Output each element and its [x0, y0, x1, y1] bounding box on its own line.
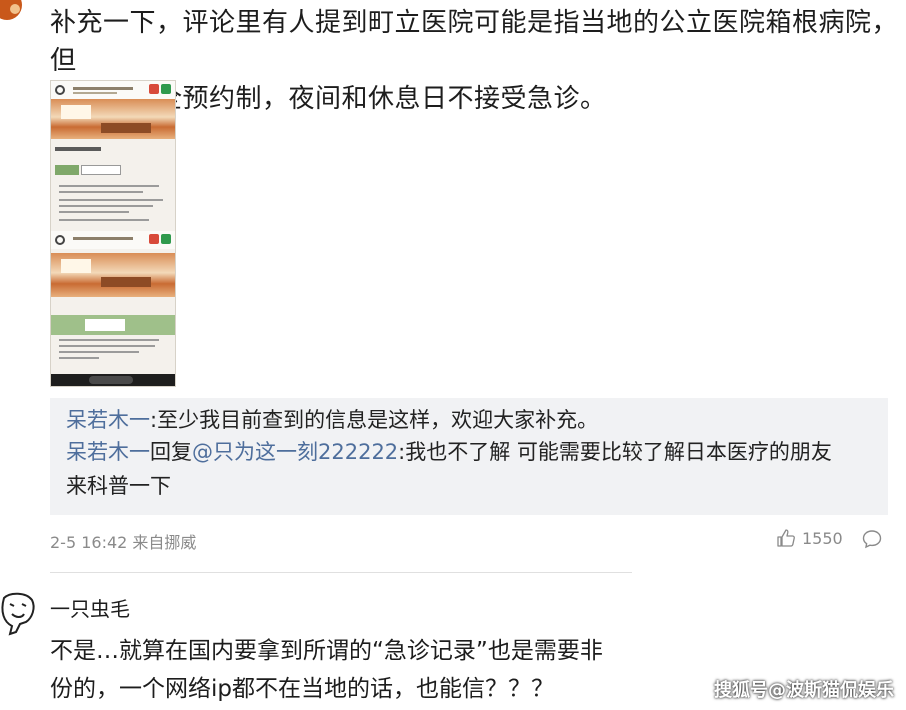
image-site-header — [51, 231, 175, 249]
image-text-line — [59, 199, 163, 201]
mention-link[interactable]: @只为这一刻222222 — [192, 440, 398, 464]
post-meta: 2-5 16:42 来自挪威 — [50, 529, 196, 553]
comment-button[interactable] — [862, 529, 882, 553]
image-title-line — [73, 87, 133, 90]
image-pillbox — [81, 165, 121, 175]
hospital-logo-icon — [55, 235, 65, 245]
sketch-avatar-icon — [1, 592, 35, 636]
image-room-photo — [51, 253, 175, 297]
reply-connector: 回复 — [150, 440, 192, 464]
image-text-line — [59, 205, 153, 207]
image-text-line — [59, 185, 159, 187]
reply-text: 来科普一下 — [66, 474, 171, 498]
comment-text-line: 份的，一个网络ip都不在当地的话，也能信？？？ — [50, 676, 554, 702]
image-section-title — [55, 147, 101, 151]
image-bed — [101, 123, 151, 133]
timestamp: 2-5 16:42 — [50, 533, 128, 552]
image-window — [61, 105, 91, 119]
comment-text: 不是…就算在国内要拿到所谓的“急诊记录”也是需要非 份的，一个网络ip都不在当地的… — [50, 632, 640, 710]
like-button[interactable]: 1550 — [776, 528, 843, 548]
image-text-line — [59, 357, 99, 359]
thumbs-up-icon — [777, 529, 795, 547]
image-text-line — [59, 339, 159, 341]
reply-item: 来科普一下 — [66, 470, 886, 502]
image-window — [61, 259, 91, 273]
reply-username-link[interactable]: 呆若木一 — [66, 440, 150, 464]
post-text-line: 这家医院全预约制，夜间和休息日不接受急诊。 — [50, 84, 607, 114]
reply-item: 呆若木一:至少我目前查到的信息是这样，欢迎大家补充。 — [66, 404, 886, 436]
menu-icon — [161, 84, 171, 94]
comment-bubble-icon — [862, 530, 882, 549]
reply-text: :我也不了解 可能需要比较了解日本医疗的朋友 — [398, 440, 832, 464]
image-title-line — [73, 92, 117, 94]
watermark: 搜狐号@波斯猫侃娱乐 — [714, 680, 894, 701]
image-site-header — [51, 81, 175, 99]
image-bottom-pill — [89, 376, 133, 384]
menu-icon — [161, 234, 171, 244]
reply-box[interactable]: 呆若木一:至少我目前查到的信息是这样，欢迎大家补充。 呆若木一回复@只为这一刻2… — [50, 398, 888, 515]
reply-username-link[interactable]: 呆若木一 — [66, 408, 150, 432]
avatar[interactable] — [0, 0, 22, 20]
image-green-band — [51, 315, 175, 335]
avatar-badge — [10, 4, 20, 14]
phone-icon — [149, 84, 159, 94]
hospital-logo-icon — [55, 85, 65, 95]
avatar[interactable] — [0, 592, 38, 636]
image-text-line — [59, 191, 143, 193]
post-text: 补充一下，评论里有人提到町立医院可能是指当地的公立医院箱根病院，但 这家医院全预… — [50, 4, 900, 118]
comment-username[interactable]: 一只虫毛 — [50, 593, 130, 622]
like-count: 1550 — [802, 528, 843, 548]
image-white-box — [85, 319, 125, 331]
source-location: 来自挪威 — [132, 533, 197, 552]
image-text-line — [59, 219, 149, 221]
image-text-line — [59, 351, 139, 353]
reply-item: 呆若木一回复@只为这一刻222222:我也不了解 可能需要比较了解日本医疗的朋友 — [66, 436, 886, 468]
post-text-line: 补充一下，评论里有人提到町立医院可能是指当地的公立医院箱根病院，但 — [50, 8, 899, 76]
image-bed — [101, 277, 151, 287]
image-text-line — [59, 345, 155, 347]
image-title-line — [73, 237, 133, 240]
comment-text-line: 不是…就算在国内要拿到所谓的“急诊记录”也是需要非 — [50, 638, 603, 664]
image-room-photo — [51, 99, 175, 139]
image-text-line — [59, 211, 129, 213]
post-image[interactable] — [50, 80, 176, 387]
image-bottom-bar — [51, 374, 175, 386]
comment-divider — [50, 572, 632, 573]
phone-icon — [149, 234, 159, 244]
image-pill — [55, 165, 79, 175]
reply-text: :至少我目前查到的信息是这样，欢迎大家补充。 — [150, 408, 599, 432]
